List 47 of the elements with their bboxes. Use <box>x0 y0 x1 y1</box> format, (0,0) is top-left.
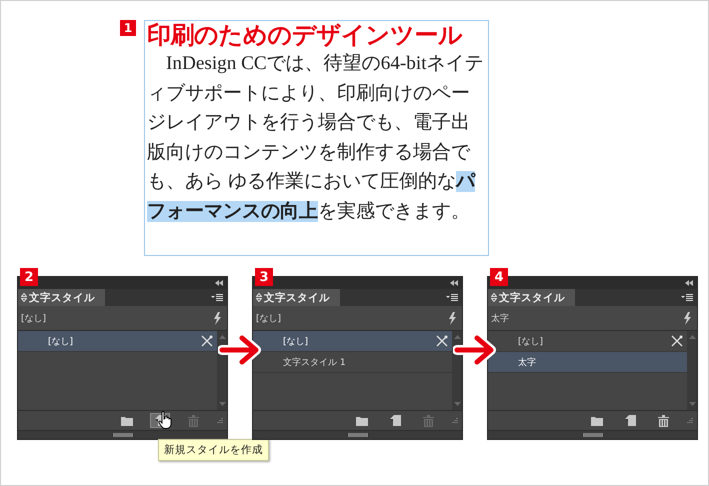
trash-icon <box>422 414 434 426</box>
folder-icon <box>356 416 368 426</box>
current-style-label: 太字 <box>491 312 509 324</box>
step-number: 1 <box>120 20 136 36</box>
folder-icon <box>591 416 603 426</box>
panel-tab[interactable]: 文字スタイル <box>488 289 575 306</box>
grip-icon[interactable] <box>348 433 368 437</box>
current-style-label: [なし] <box>21 312 46 324</box>
current-style-label: [なし] <box>256 312 282 324</box>
updown-icon <box>21 293 27 302</box>
pen-crossed-icon <box>671 335 683 347</box>
hand-cursor-icon <box>158 411 172 429</box>
step-number: 4 <box>490 268 508 286</box>
step-number: 2 <box>20 268 38 286</box>
panel-tab[interactable]: 文字スタイル <box>253 289 340 306</box>
style-list-item[interactable]: [なし] <box>253 331 452 352</box>
new-page-icon <box>624 415 636 426</box>
lightning-icon[interactable] <box>683 312 691 324</box>
new-page-icon <box>390 415 400 426</box>
style-list-item[interactable]: 太字 <box>488 352 687 373</box>
lightning-icon[interactable] <box>213 312 221 324</box>
step-number: 3 <box>255 268 273 286</box>
tooltip: 新規スタイルを作成 <box>158 439 269 461</box>
body-paragraph: InDesign CCでは、待望の64-bitネイティブサポートにより、印刷向けのページレイアウトを行う場合でも、電子出版向けのコンテンツを制作する場合でも、あら ゆる作業において圧倒的なパフォーマンスの向上を実感できます。 <box>147 52 485 224</box>
grip-icon[interactable] <box>112 433 132 437</box>
menu-icon[interactable] <box>211 294 223 302</box>
menu-icon[interactable] <box>446 294 458 302</box>
trash-icon <box>188 414 198 426</box>
grip-icon[interactable] <box>582 433 602 437</box>
pen-crossed-icon <box>201 335 213 347</box>
resize-grip-icon[interactable] <box>216 417 223 424</box>
updown-icon <box>256 293 262 302</box>
collapse-icon[interactable] <box>450 280 458 286</box>
collapse-icon[interactable] <box>215 280 223 286</box>
resize-grip-icon[interactable] <box>686 417 693 424</box>
lightning-icon[interactable] <box>448 312 456 324</box>
heading: 印刷のためのデザインツール <box>147 21 464 49</box>
resize-grip-icon[interactable] <box>451 417 458 424</box>
trash-icon <box>658 414 668 426</box>
style-list-item[interactable]: [なし] <box>18 331 217 352</box>
menu-icon[interactable] <box>681 294 693 302</box>
collapse-icon[interactable] <box>685 280 693 286</box>
folder-icon <box>121 416 133 426</box>
panel-tab[interactable]: 文字スタイル <box>18 289 105 306</box>
updown-icon <box>491 293 497 302</box>
style-list-item[interactable]: 文字スタイル 1 <box>253 352 452 373</box>
pen-crossed-icon <box>436 335 448 347</box>
